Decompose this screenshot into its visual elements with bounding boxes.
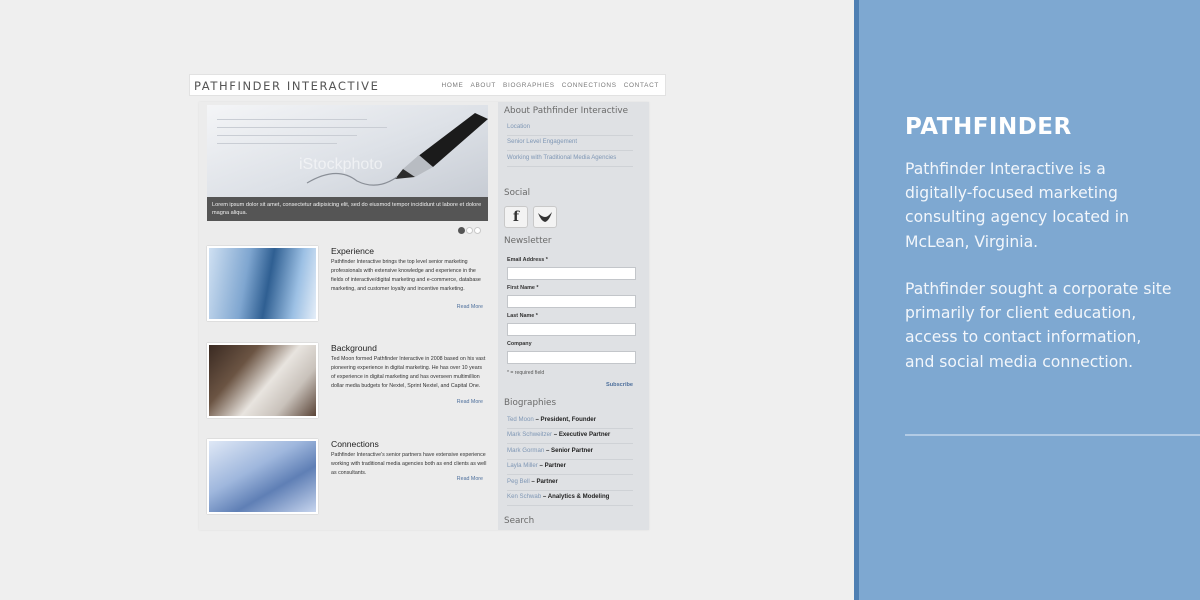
slide-dot-3[interactable]	[474, 227, 481, 234]
social-heading: Social	[504, 188, 531, 198]
nav-connections[interactable]: CONNECTIONS	[562, 82, 617, 89]
watermark-text: iStockphoto	[299, 156, 383, 173]
read-more-link[interactable]: Read More	[457, 476, 483, 482]
nav-about[interactable]: ABOUT	[471, 82, 497, 89]
bio-item: Ken Schwab – Analytics & Modeling	[507, 492, 633, 506]
hero-caption: Lorem ipsum dolor sit amet, consectetur …	[207, 197, 488, 221]
bio-item: Layla Miller – Partner	[507, 461, 633, 475]
site-nav: HOME ABOUT BIOGRAPHIES CONNECTIONS CONTA…	[442, 82, 659, 89]
site-header: PATHFINDER INTERACTIVE HOME ABOUT BIOGRA…	[189, 74, 666, 96]
hero-pen-photo: iStockphoto	[207, 105, 488, 197]
first-name-label: First Name *	[507, 285, 539, 291]
feature-title: Background	[331, 343, 377, 353]
panel-paragraph-1: Pathfinder Interactive is a digitally-fo…	[905, 160, 1129, 251]
about-heading: About Pathfinder Interactive	[504, 106, 629, 116]
about-link-engagement[interactable]: Senior Level Engagement	[507, 137, 633, 151]
site-body: iStockphoto Lorem ipsum dolor sit amet, …	[199, 102, 649, 530]
read-more-link[interactable]: Read More	[457, 304, 483, 310]
panel-accent-stripe	[854, 0, 859, 600]
bio-role: – Partner	[529, 478, 558, 485]
feature-title: Connections	[331, 439, 379, 449]
slider-pagination	[458, 227, 481, 234]
bio-role: – President, Founder	[533, 416, 597, 423]
bio-name-link[interactable]: Mark Schweitzer	[507, 431, 552, 438]
project-info-panel: PATHFINDER Pathfinder Interactive is a d…	[854, 0, 1200, 600]
nav-contact[interactable]: CONTACT	[624, 82, 659, 89]
bio-item: Peg Bell – Partner	[507, 477, 633, 491]
bio-item: Mark Schweitzer – Executive Partner	[507, 430, 633, 444]
facebook-icon: f	[512, 209, 520, 225]
bio-name-link[interactable]: Layla Miller	[507, 462, 538, 469]
bio-name-link[interactable]: Ken Schwab	[507, 493, 541, 500]
company-label: Company	[507, 341, 532, 347]
website-mockup: PATHFINDER INTERACTIVE HOME ABOUT BIOGRA…	[189, 74, 666, 532]
feature-background: Background Ted Moon formed Pathfinder In…	[207, 343, 488, 421]
notebook-pen-image	[207, 439, 318, 514]
about-link-agencies[interactable]: Working with Traditional Media Agencies	[507, 153, 633, 167]
feature-text: Pathfinder Interactive brings the top le…	[331, 259, 481, 293]
newsletter-heading: Newsletter	[504, 236, 552, 246]
sidebar: About Pathfinder Interactive Location Se…	[498, 102, 649, 530]
nav-biographies[interactable]: BIOGRAPHIES	[503, 82, 555, 89]
twitter-bird-icon	[538, 212, 552, 222]
feature-connections: Connections Pathfinder Interactive's sen…	[207, 439, 488, 517]
bio-item: Mark Gorman – Senior Partner	[507, 446, 633, 460]
meeting-image	[207, 343, 318, 418]
search-heading: Search	[504, 516, 535, 526]
bio-name-link[interactable]: Peg Bell	[507, 478, 530, 485]
bio-role: – Executive Partner	[552, 431, 611, 438]
bio-item: Ted Moon – President, Founder	[507, 415, 633, 429]
feature-experience: Experience Pathfinder Interactive brings…	[207, 246, 488, 324]
feature-text: Pathfinder Interactive's senior partners…	[331, 452, 487, 477]
site-logo[interactable]: PATHFINDER INTERACTIVE	[194, 79, 379, 93]
email-label: Email Address *	[507, 257, 548, 263]
facebook-button[interactable]: f	[504, 206, 528, 228]
subscribe-button[interactable]: Subscribe	[606, 382, 633, 388]
skyscraper-image	[207, 246, 318, 321]
bio-name-link[interactable]: Ted Moon	[507, 416, 534, 423]
panel-title: PATHFINDER	[905, 114, 1072, 140]
bio-role: – Partner	[537, 462, 566, 469]
slide-dot-2[interactable]	[466, 227, 473, 234]
feature-text: Ted Moon formed Pathfinder Interactive i…	[331, 356, 486, 390]
twitter-button[interactable]	[533, 206, 557, 228]
feature-title: Experience	[331, 246, 374, 256]
biographies-heading: Biographies	[504, 398, 557, 408]
about-link-location[interactable]: Location	[507, 122, 633, 136]
first-name-field[interactable]	[507, 295, 636, 308]
bio-role: – Analytics & Modeling	[541, 493, 610, 500]
email-field[interactable]	[507, 267, 636, 280]
nav-home[interactable]: HOME	[442, 82, 464, 89]
hero-slider[interactable]: iStockphoto Lorem ipsum dolor sit amet, …	[207, 105, 488, 221]
last-name-label: Last Name *	[507, 313, 538, 319]
panel-paragraph-2: Pathfinder sought a corporate site prima…	[905, 280, 1172, 371]
last-name-field[interactable]	[507, 323, 636, 336]
required-note: * = required field	[507, 370, 545, 376]
read-more-link[interactable]: Read More	[457, 399, 483, 405]
bio-name-link[interactable]: Mark Gorman	[507, 447, 544, 454]
slide-dot-1[interactable]	[458, 227, 465, 234]
company-field[interactable]	[507, 351, 636, 364]
panel-divider	[905, 434, 1200, 436]
bio-role: – Senior Partner	[544, 447, 594, 454]
pen-icon: iStockphoto	[299, 113, 488, 186]
